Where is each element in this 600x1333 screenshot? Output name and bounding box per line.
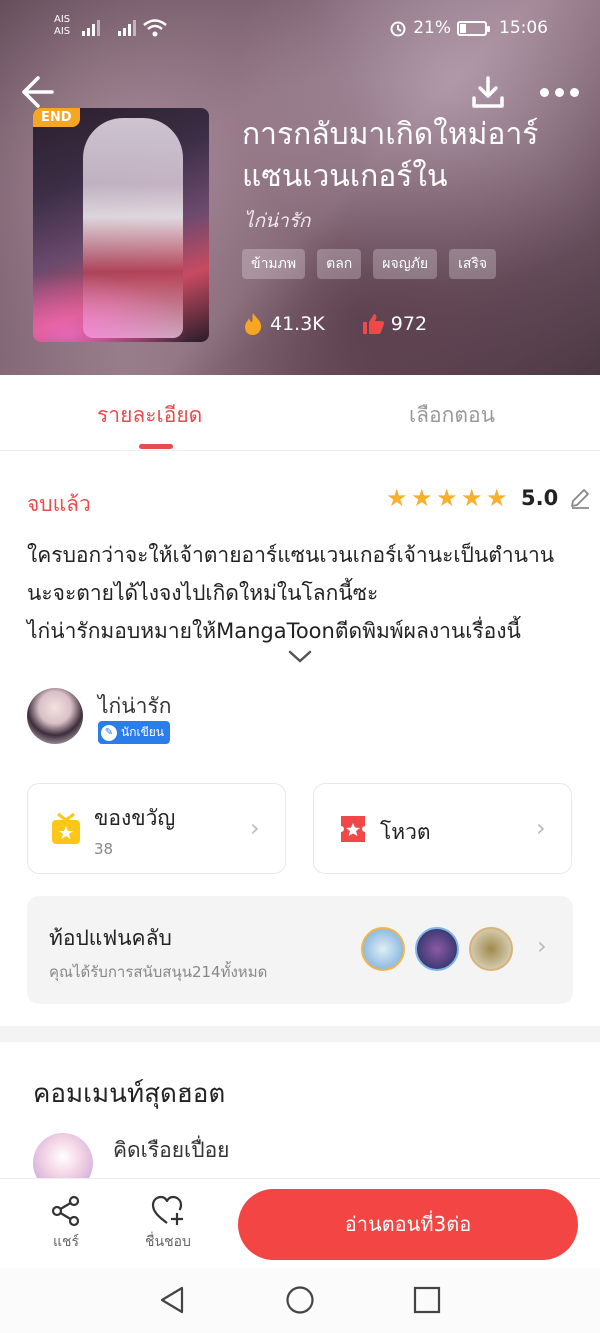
nav-recents-icon[interactable] [413, 1285, 441, 1315]
chevron-right-icon: › [537, 932, 547, 960]
star-icon: ★ [436, 484, 458, 512]
description-line: ใครบอกว่าจะให้เจ้าตายอาร์แซนเวนเกอร์เจ้า… [27, 543, 555, 567]
continue-reading-button[interactable]: อ่านตอนที่3ต่อ [238, 1189, 578, 1260]
status-bar: AIS AIS 21% 15:06 [0, 0, 600, 58]
writer-badge-icon: ✎ [101, 724, 117, 741]
author-name[interactable]: ไก่น่ารัก [98, 690, 171, 723]
fanclub-title: ท้อปแฟนคลับ [49, 926, 172, 950]
share-label: แชร์ [52, 1234, 80, 1250]
vote-label: โหวต [380, 820, 431, 844]
tab-details[interactable]: รายละเอียด [97, 399, 202, 432]
chevron-down-icon[interactable] [288, 650, 312, 664]
section-divider [0, 1026, 600, 1042]
rating-value: 5.0 [521, 486, 559, 510]
star-icon: ★ [486, 484, 508, 512]
share-button[interactable]: แชร์ [50, 1195, 82, 1253]
signal-icon-2 [118, 20, 136, 36]
signal-icon [82, 20, 100, 36]
writer-badge: ✎ นักเขียน [98, 721, 171, 744]
genre-tag[interactable]: ผจญภัย [373, 249, 438, 279]
nav-home-icon[interactable] [285, 1285, 315, 1315]
wifi-icon [143, 19, 167, 37]
hot-comments-title: คอมเมนท์สุดฮอต [33, 1079, 226, 1109]
stats-row: 41.3K 972 [242, 312, 427, 336]
bottom-action-bar: แชร์ ชื่นชอบ อ่านตอนที่3ต่อ [0, 1178, 600, 1268]
carrier-2: AIS [54, 26, 71, 37]
rating[interactable]: ★ ★ ★ ★ ★ 5.0 [386, 486, 591, 510]
share-icon [51, 1195, 80, 1227]
star-icon: ★ [461, 484, 483, 512]
top-fanclub-card[interactable]: ท้อปแฟนคลับ คุณได้รับการสนับสนุน214ทั้งห… [27, 896, 573, 1004]
vote-ticket-icon [341, 816, 365, 842]
views-stat: 41.3K [242, 312, 325, 336]
thumbs-up-icon [362, 314, 384, 334]
battery-icon [457, 20, 490, 36]
star-icon: ★ [411, 484, 433, 512]
gift-label: ของขวัญ [94, 806, 176, 830]
alarm-icon [390, 21, 406, 37]
cover-image [33, 108, 209, 342]
system-navigation-bar [0, 1268, 600, 1333]
likes-count: 972 [390, 313, 428, 335]
more-options-icon[interactable] [540, 88, 579, 97]
likes-stat: 972 [361, 313, 427, 335]
battery-percent: 21% [413, 18, 451, 38]
chevron-right-icon: › [250, 814, 260, 842]
comic-title: การกลับมาเกิดใหม่อาร์แซนเวนเกอร์ใน [242, 117, 539, 194]
tab-episodes[interactable]: เลือกตอน [409, 399, 495, 432]
active-tab-indicator [139, 444, 173, 449]
heart-plus-icon [151, 1195, 183, 1225]
end-badge: END [33, 108, 80, 127]
carrier-labels: AIS AIS [54, 14, 70, 38]
nav-back-icon[interactable] [158, 1285, 186, 1315]
tab-bar: รายละเอียด เลือกตอน [0, 375, 600, 451]
completion-status: จบแล้ว [27, 492, 91, 516]
gift-card[interactable]: ของขวัญ 38 › [27, 783, 286, 874]
back-arrow-icon[interactable] [20, 74, 56, 110]
fan-avatar[interactable] [361, 927, 405, 971]
description-line: ไก่น่ารักมอบหมายให้MangaToonตีดพิมพ์ผลงา… [27, 619, 521, 643]
description-line: นะจะตายได้ไงจงไปเกิดใหม่ในโลกนี้ซะ [27, 581, 379, 605]
download-icon[interactable] [470, 74, 506, 110]
fire-icon [245, 313, 262, 335]
commenter-name[interactable]: คิดเรือยเปื่อย [113, 1134, 229, 1167]
gift-icon [52, 812, 80, 844]
fan-avatar[interactable] [415, 927, 459, 971]
carrier-1: AIS [54, 14, 71, 25]
chevron-right-icon: › [536, 814, 546, 842]
status-right: 21% 15:06 [389, 18, 548, 38]
genre-tag[interactable]: เสริจ [449, 249, 497, 279]
favorite-label: ชื่นชอบ [145, 1234, 191, 1250]
comic-author[interactable]: ไก่น่ารัก [244, 206, 310, 236]
clock: 15:06 [499, 18, 548, 38]
hero-header: AIS AIS 21% 15:06 END การกลับมาเกิดใหม่อ… [0, 0, 600, 375]
favorite-button[interactable]: ชื่นชอบ [145, 1195, 191, 1253]
views-count: 41.3K [270, 313, 325, 335]
edit-pencil-icon[interactable] [569, 487, 591, 509]
genre-tag[interactable]: ข้ามภพ [242, 249, 306, 279]
description: ใครบอกว่าจะให้เจ้าตายอาร์แซนเวนเกอร์เจ้า… [27, 536, 582, 650]
fanclub-subtitle: คุณได้รับการสนับสนุน214ทั้งหมด [49, 963, 268, 981]
genre-tag[interactable]: ตลก [317, 249, 362, 279]
star-icon: ★ [386, 484, 408, 512]
fan-avatar[interactable] [469, 927, 513, 971]
genre-tags: ข้ามภพ ตลก ผจญภัย เสริจ [242, 249, 497, 279]
gift-count: 38 [94, 840, 114, 858]
vote-card[interactable]: โหวต › [313, 783, 572, 874]
writer-badge-label: นักเขียน [121, 725, 165, 739]
author-avatar[interactable] [27, 688, 83, 744]
